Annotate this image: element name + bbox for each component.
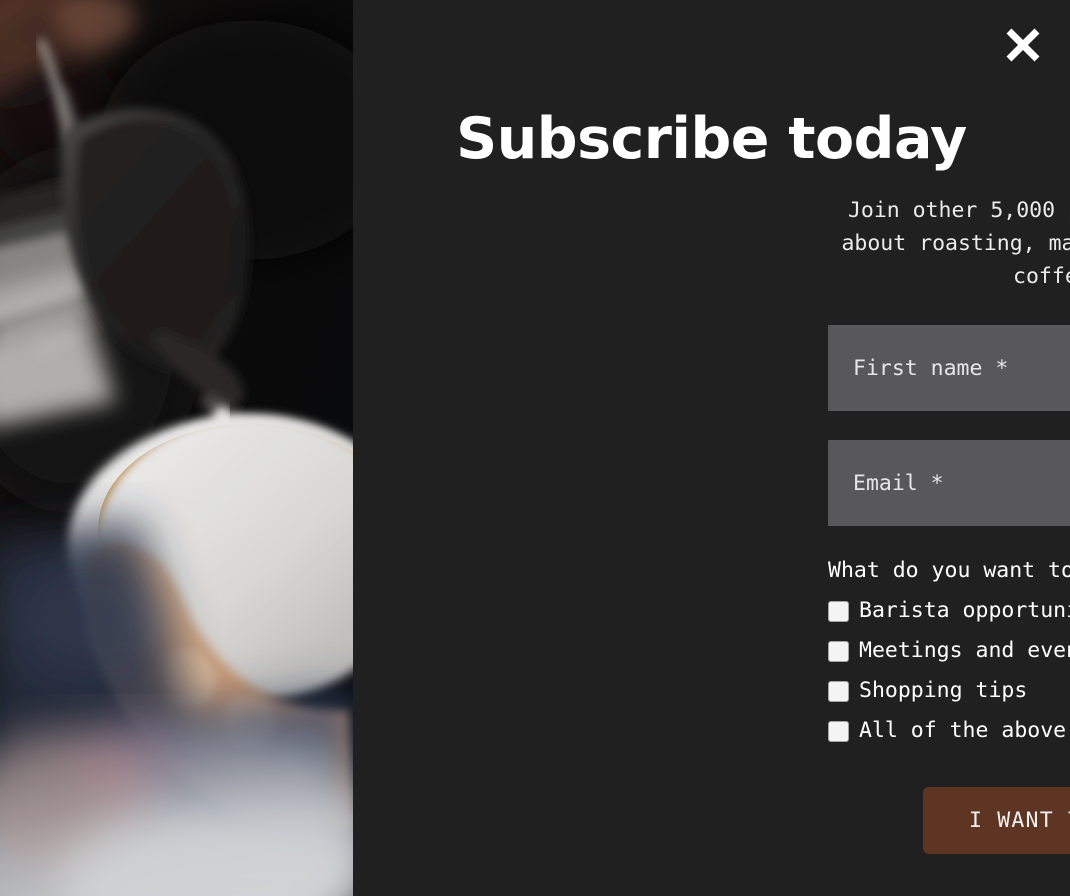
option-label-all-of-the-above: All of the above! — [859, 718, 1070, 743]
option-label-meetings-and-events: Meetings and events — [859, 638, 1070, 663]
checkbox-shopping-tips[interactable] — [828, 680, 849, 702]
email-placeholder: Email * — [853, 470, 944, 496]
checkbox-all-of-the-above[interactable] — [828, 720, 849, 742]
option-shopping-tips[interactable]: Shopping tips — [828, 671, 1070, 711]
subscribe-description: Join other 5,000 people passionate about… — [828, 194, 1070, 293]
inbox-preference-question: What do you want to see in your inbox? * — [828, 558, 1070, 583]
option-label-shopping-tips: Shopping tips — [859, 678, 1028, 703]
subscribe-modal: Subscribe today Join other 5,000 people … — [0, 0, 1070, 896]
option-barista-opportunities[interactable]: Barista opportunities — [828, 591, 1070, 631]
first-name-input[interactable]: First name * — [828, 325, 1070, 411]
email-input[interactable]: Email * — [828, 440, 1070, 526]
close-icon[interactable] — [996, 18, 1050, 72]
option-meetings-and-events[interactable]: Meetings and events — [828, 631, 1070, 671]
checkbox-meetings-and-events[interactable] — [828, 640, 849, 662]
option-label-barista-opportunities: Barista opportunities — [859, 598, 1070, 623]
submit-button[interactable]: I WANT TO JOIN — [923, 787, 1070, 854]
subscribe-description-text: Join other 5,000 people passionate about… — [841, 198, 1070, 289]
first-name-placeholder: First name * — [853, 355, 1009, 381]
option-all-of-the-above[interactable]: All of the above! — [828, 711, 1070, 751]
inbox-preference-options: Barista opportunities Meetings and event… — [828, 591, 1070, 751]
photo-illustration — [0, 0, 353, 896]
checkbox-barista-opportunities[interactable] — [828, 600, 849, 622]
subscribe-form-panel: Subscribe today Join other 5,000 people … — [353, 0, 1070, 896]
page-title: Subscribe today — [456, 106, 967, 172]
barista-pouring-latte-art-photo — [0, 0, 353, 896]
